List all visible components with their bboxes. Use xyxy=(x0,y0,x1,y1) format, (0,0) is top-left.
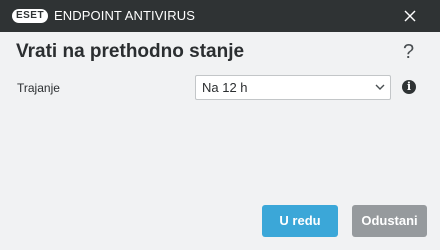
duration-select-value: Na 12 h xyxy=(202,80,248,95)
close-button[interactable] xyxy=(402,8,418,24)
ok-button[interactable]: U redu xyxy=(262,205,338,237)
dialog-title: Vrati na prethodno stanje xyxy=(16,41,245,62)
duration-select[interactable]: Na 12 h xyxy=(195,75,391,100)
info-icon[interactable]: i xyxy=(402,80,416,94)
product-name: ENDPOINT ANTIVIRUS xyxy=(54,8,195,23)
help-icon[interactable]: ? xyxy=(403,40,414,64)
chevron-down-icon xyxy=(375,83,385,91)
close-icon xyxy=(402,8,418,24)
duration-label: Trajanje xyxy=(17,81,60,95)
eset-logo: ESET xyxy=(12,9,48,23)
cancel-button[interactable]: Odustani xyxy=(352,205,427,237)
title-bar: ESET ENDPOINT ANTIVIRUS xyxy=(0,0,440,32)
